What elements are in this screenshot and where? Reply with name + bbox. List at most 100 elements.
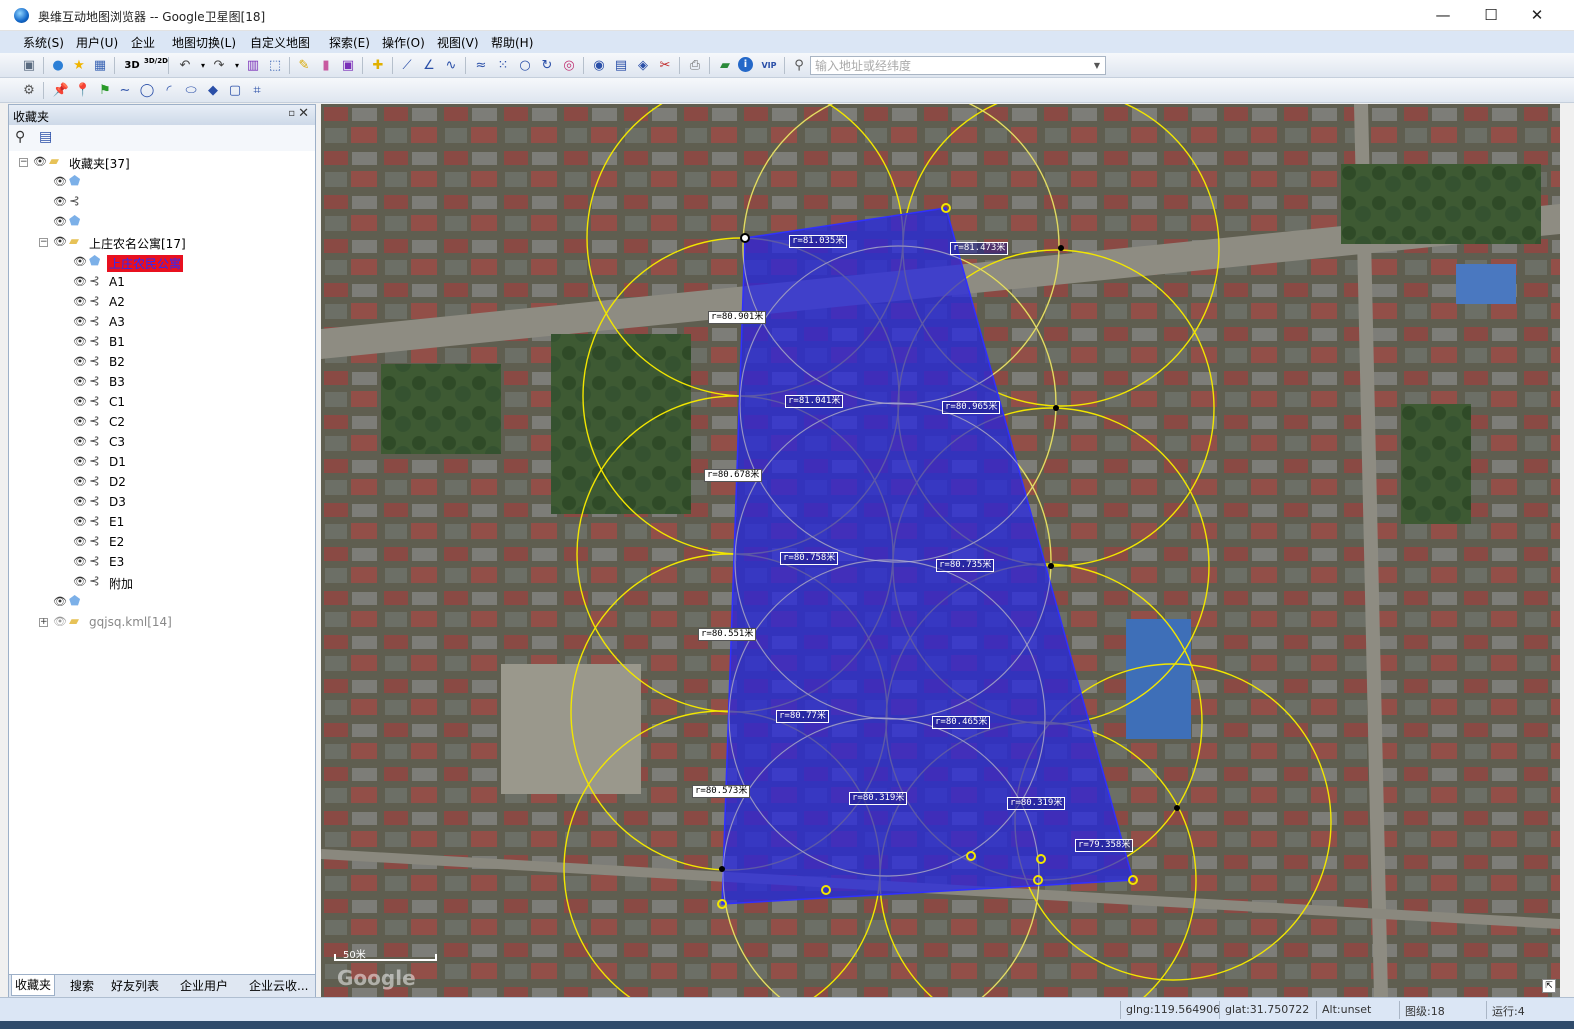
ruler-icon[interactable]: ▮	[317, 57, 335, 74]
expand-icon[interactable]: +	[39, 618, 48, 627]
tree-layers-icon[interactable]: ▤	[39, 129, 52, 145]
tree-item-a2[interactable]: 👁 ⊰ A2	[59, 293, 309, 313]
address-search-box[interactable]: ▼	[810, 56, 1106, 75]
map-resize-icon[interactable]: ⇱	[1542, 979, 1556, 993]
3d-2d-toggle-button[interactable]: 3D/2D	[144, 57, 168, 74]
menu-custom-map[interactable]: 自定义地图	[250, 34, 310, 51]
curve-icon[interactable]: ∿	[442, 57, 460, 74]
tree-item-b2[interactable]: 👁 ⊰ B2	[59, 353, 309, 373]
visibility-eye-icon[interactable]: 👁	[73, 435, 87, 448]
address-search-input[interactable]	[815, 57, 1083, 74]
info-icon[interactable]: i	[738, 57, 753, 72]
visibility-eye-icon[interactable]: 👁	[73, 395, 87, 408]
tab-favorites[interactable]: 收藏夹	[11, 975, 56, 996]
tab-friends[interactable]: 好友列表	[108, 978, 162, 996]
visibility-eye-icon[interactable]: 👁	[73, 455, 87, 468]
map-view[interactable]: r=81.035米 r=81.473米 r=80.901米 r=81.041米 …	[321, 104, 1560, 997]
tree-folder-kml[interactable]: + 👁 ▰ gqjsq.kml[14]	[39, 613, 309, 633]
visibility-eye-icon[interactable]: 👁	[73, 375, 87, 388]
frame-icon[interactable]: ▣	[339, 57, 357, 74]
parallel-line-icon[interactable]: ≈	[472, 57, 490, 74]
tree-item-d3[interactable]: 👁 ⊰ D3	[59, 493, 309, 513]
tree-item-c3[interactable]: 👁 ⊰ C3	[59, 433, 309, 453]
scissors-icon[interactable]: ✂	[656, 57, 674, 74]
close-panel-icon[interactable]: ✕	[298, 106, 309, 121]
tab-search[interactable]: 搜索	[67, 978, 97, 996]
draw-circle-icon[interactable]: ◯	[138, 82, 156, 99]
visibility-eye-icon[interactable]: 👁	[73, 255, 87, 268]
visibility-eye-icon[interactable]: 👁	[53, 215, 67, 228]
tree-item-selected[interactable]: 👁 ⬟ 上庄农民公寓	[59, 253, 309, 273]
undo-icon[interactable]: ↶	[176, 57, 194, 74]
pin-yellow-icon[interactable]: 📌	[52, 82, 70, 99]
print-icon[interactable]: ⎙	[686, 57, 704, 74]
visibility-eye-icon[interactable]: 👁	[73, 555, 87, 568]
tree-item-c1[interactable]: 👁 ⊰ C1	[59, 393, 309, 413]
tree-item[interactable]: 👁 ⊰	[39, 193, 309, 213]
scatter-icon[interactable]: ⁙	[494, 57, 512, 74]
tree-item-a1[interactable]: 👁 ⊰ A1	[59, 273, 309, 293]
tree-item-e1[interactable]: 👁 ⊰ E1	[59, 513, 309, 533]
tree-item[interactable]: 👁 ⬟	[39, 593, 309, 613]
tab-enterprise-users[interactable]: 企业用户	[177, 978, 231, 996]
minimize-button[interactable]: —	[1420, 0, 1466, 30]
collapse-icon[interactable]: −	[39, 238, 48, 247]
angle-icon[interactable]: ∠	[420, 57, 438, 74]
visibility-eye-icon[interactable]: 👁	[33, 155, 47, 168]
tree-item-b1[interactable]: 👁 ⊰ B1	[59, 333, 309, 353]
menu-operation[interactable]: 操作(O)	[382, 34, 425, 51]
vip-button[interactable]: VIP	[758, 57, 780, 74]
edit-pencil-icon[interactable]: ✎	[295, 57, 313, 74]
visibility-eye-icon[interactable]: 👁	[73, 535, 87, 548]
visibility-eye-icon[interactable]: 👁	[53, 235, 67, 248]
tree-item-e2[interactable]: 👁 ⊰ E2	[59, 533, 309, 553]
select-rect-icon[interactable]: ⬚	[266, 57, 284, 74]
tab-enterprise-cloud[interactable]: 企业云收...	[246, 978, 311, 996]
visibility-eye-icon[interactable]: 👁	[53, 175, 67, 188]
visibility-eye-icon[interactable]: 👁	[73, 575, 87, 588]
image-icon[interactable]: ▤	[612, 57, 630, 74]
menu-help[interactable]: 帮助(H)	[491, 34, 533, 51]
visibility-eye-icon[interactable]: 👁	[73, 495, 87, 508]
menu-view[interactable]: 视图(V)	[437, 34, 479, 51]
menu-explore[interactable]: 探索(E)	[329, 34, 370, 51]
arc-icon[interactable]: ◜	[160, 82, 178, 99]
rectangle-icon[interactable]: ▢	[226, 82, 244, 99]
search-icon[interactable]: ⚲	[15, 129, 25, 145]
globe-icon[interactable]: ◉	[590, 57, 608, 74]
chat-icon[interactable]: ▰	[716, 57, 734, 74]
tree-item[interactable]: 👁 ⬟	[39, 213, 309, 233]
search-icon[interactable]: ⚲	[790, 57, 808, 74]
visibility-eye-icon[interactable]: 👁	[53, 615, 67, 628]
pin-green-icon[interactable]: ⚑	[96, 82, 114, 99]
close-window-button[interactable]: ✕	[1514, 0, 1560, 30]
tree-item-a3[interactable]: 👁 ⊰ A3	[59, 313, 309, 333]
maximize-button[interactable]: ☐	[1468, 0, 1514, 30]
tree-item-extra[interactable]: 👁 ⊰ 附加	[59, 573, 309, 593]
tree-folder-shangzhuang[interactable]: − 👁 ▰ 上庄农名公寓[17]	[39, 233, 309, 253]
eraser-icon[interactable]: ◈	[634, 57, 652, 74]
menu-system[interactable]: 系统(S)	[23, 34, 64, 51]
menu-enterprise[interactable]: 企业	[131, 34, 155, 51]
search-dropdown-icon[interactable]: ▼	[1091, 59, 1103, 72]
rotate-icon[interactable]: ↻	[538, 57, 556, 74]
settings-gear-icon[interactable]: ⚙	[20, 82, 38, 99]
menu-map-switch[interactable]: 地图切换(L)	[172, 34, 236, 51]
tree-folder-root[interactable]: − 👁 ▰ 收藏夹[37]	[19, 153, 309, 173]
visibility-eye-icon[interactable]: 👁	[53, 195, 67, 208]
favorites-star-icon[interactable]: ★	[70, 57, 88, 74]
tree-item-c2[interactable]: 👁 ⊰ C2	[59, 413, 309, 433]
tree-item-b3[interactable]: 👁 ⊰ B3	[59, 373, 309, 393]
delete-icon[interactable]: ▥	[244, 57, 262, 74]
target-icon[interactable]: ◎	[560, 57, 578, 74]
tree-item-d2[interactable]: 👁 ⊰ D2	[59, 473, 309, 493]
pin-panel-icon[interactable]: ▫	[288, 108, 295, 119]
save-icon[interactable]: ▣	[20, 57, 38, 74]
ellipse-icon[interactable]: ⬭	[182, 82, 200, 99]
visibility-eye-icon[interactable]: 👁	[73, 475, 87, 488]
visibility-eye-icon[interactable]: 👁	[73, 295, 87, 308]
draw-line-icon[interactable]: ⟋	[398, 57, 416, 74]
user-icon[interactable]: ●	[49, 57, 67, 74]
collapse-icon[interactable]: −	[19, 158, 28, 167]
redo-icon[interactable]: ↷	[210, 57, 228, 74]
